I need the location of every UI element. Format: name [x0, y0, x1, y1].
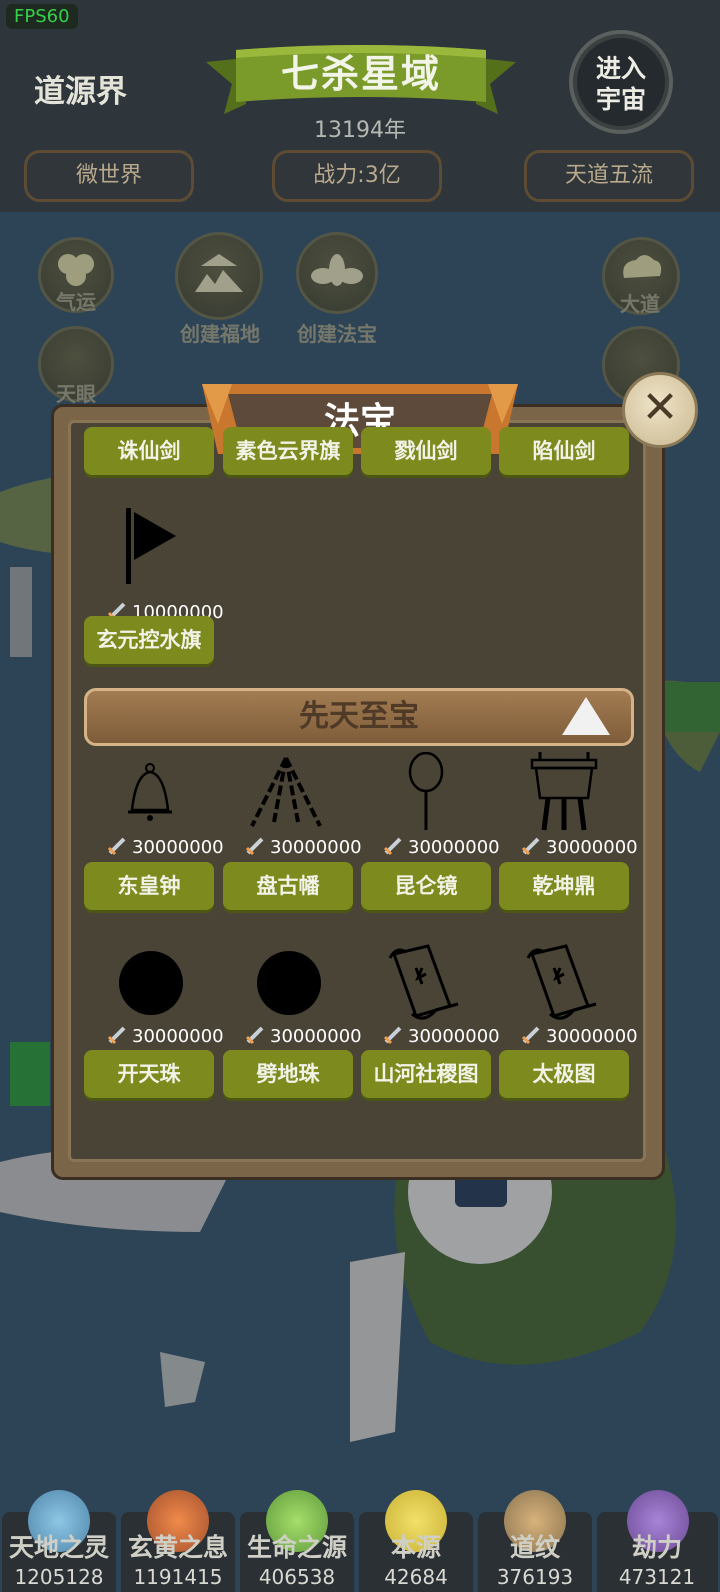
cost-value: 30000000: [408, 837, 500, 858]
year-label: 13194年: [314, 118, 406, 143]
flag-icon: [126, 508, 176, 584]
cost-label: 30000000: [244, 835, 384, 858]
resource-value: 1191415: [133, 1565, 223, 1589]
cost-value: 30000000: [132, 1026, 224, 1047]
collapse-triangle-icon[interactable]: [562, 697, 610, 735]
item-button-shanhe[interactable]: 山河社稷图: [361, 1050, 491, 1098]
micro-world-tag[interactable]: 微世界: [24, 150, 194, 202]
item-button-xuanyuan[interactable]: 玄元控水旗: [84, 616, 214, 664]
enter-universe-button[interactable]: 进入 宇宙: [569, 30, 673, 134]
item-button-donghuang[interactable]: 东皇钟: [84, 862, 214, 910]
combat-power-tag[interactable]: 战力:3亿: [272, 150, 442, 202]
fps-counter: FPS60: [6, 4, 78, 29]
sword-icon: [383, 837, 402, 856]
partial-row: 诛仙剑 素色云界旗 戮仙剑 陷仙剑: [71, 423, 643, 479]
resource-value: 1205128: [14, 1565, 104, 1589]
cost-label: 30000000: [106, 835, 246, 858]
orb-icon: [257, 951, 321, 1015]
cost-value: 30000000: [546, 1026, 638, 1047]
resource-name: 道纹: [509, 1533, 560, 1562]
sword-icon: [245, 1026, 264, 1045]
item-button-taiji[interactable]: 太极图: [499, 1050, 629, 1098]
cost-label: 30000000: [244, 1024, 384, 1047]
item-button-qiankun[interactable]: 乾坤鼎: [499, 862, 629, 910]
scroll-icon: [526, 944, 597, 1020]
resource-name: 玄黄之息: [127, 1533, 228, 1562]
item-button-luxian[interactable]: 戮仙剑: [361, 427, 491, 475]
cost-value: 30000000: [132, 837, 224, 858]
cost-label: 30000000: [382, 835, 522, 858]
sword-icon: [521, 837, 540, 856]
bell-icon: [128, 763, 172, 821]
item-button-zhuxian[interactable]: 诛仙剑: [84, 427, 214, 475]
resource-name: 本源: [390, 1533, 441, 1562]
cost-label: 30000000: [520, 835, 660, 858]
resource-value: 473121: [618, 1565, 696, 1589]
star-domain-title: 七杀星域: [280, 52, 441, 96]
cost-value: 30000000: [270, 837, 362, 858]
sword-icon: [107, 837, 126, 856]
item-button-sushe[interactable]: 素色云界旗: [223, 427, 353, 475]
cost-value: 30000000: [270, 1026, 362, 1047]
orb-icon: [119, 951, 183, 1015]
item-button-kaitian[interactable]: 开天珠: [84, 1050, 214, 1098]
resource-name: 天地之灵: [8, 1533, 109, 1562]
sword-icon: [107, 1026, 126, 1045]
item-button-kunlun[interactable]: 昆仑镜: [361, 862, 491, 910]
item-button-pangu[interactable]: 盘古幡: [223, 862, 353, 910]
resource-name: 劫力: [631, 1533, 682, 1562]
resource-value: 406538: [258, 1565, 336, 1589]
cost-label: 30000000: [106, 1024, 246, 1047]
scroll-icon: [388, 944, 459, 1020]
resource-name: 生命之源: [246, 1533, 347, 1562]
category-label: 先天至宝: [299, 699, 419, 734]
heaven-dao-tag[interactable]: 天道五流: [524, 150, 694, 202]
cost-label: 30000000: [382, 1024, 522, 1047]
game-screen: { "fps": "FPS60", "header": { "realm": "…: [0, 0, 720, 1592]
sword-icon: [245, 837, 264, 856]
cost-value: 30000000: [408, 1026, 500, 1047]
realm-name: 道源界: [34, 74, 127, 110]
banner-icon: [250, 757, 322, 827]
cost-label: 30000000: [520, 1024, 660, 1047]
sword-icon: [383, 1026, 402, 1045]
cost-value: 30000000: [546, 837, 638, 858]
resource-value: 42684: [384, 1565, 448, 1589]
mirror-icon: [408, 752, 444, 830]
item-button-pidi[interactable]: 劈地珠: [223, 1050, 353, 1098]
resource-value: 376193: [496, 1565, 574, 1589]
sword-icon: [521, 1026, 540, 1045]
item-button-xianxian[interactable]: 陷仙剑: [499, 427, 629, 475]
cauldron-icon: [530, 752, 598, 831]
